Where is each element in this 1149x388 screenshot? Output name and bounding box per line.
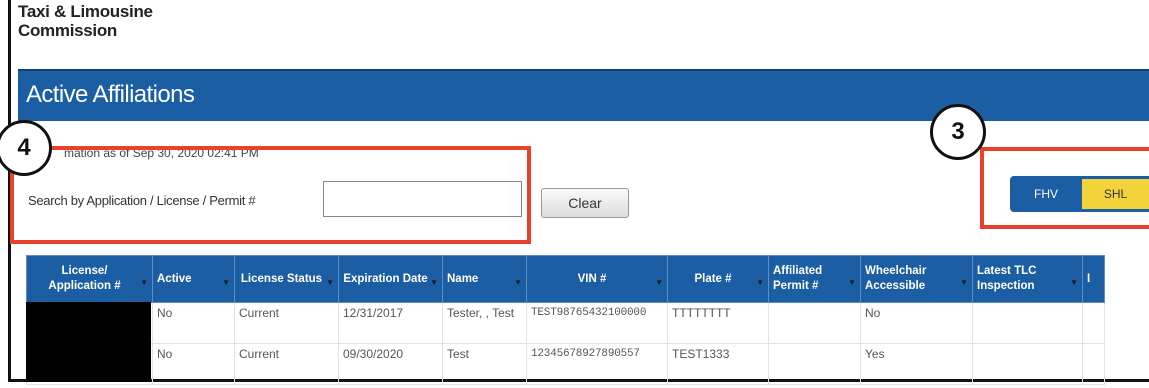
col-header-wheelchair[interactable]: Wheelchair Accessible ▼ [860, 255, 973, 303]
cell-inspection [972, 343, 1083, 385]
sort-arrow-icon: ▼ [1070, 278, 1078, 287]
org-name: Taxi & Limousine Commission [18, 2, 153, 40]
cell-license-status: Current [234, 302, 339, 344]
col-header-license-status[interactable]: License Status ▼ [234, 255, 339, 303]
col-header-vin[interactable]: VIN # ▼ [526, 255, 668, 303]
redaction-block [26, 302, 151, 382]
cell-more [1081, 343, 1106, 385]
cell-name: Tester, , Test [442, 302, 527, 344]
highlight-box-search [10, 146, 531, 244]
cell-active: No [152, 302, 235, 344]
col-header-active[interactable]: Active ▼ [152, 255, 235, 303]
cell-name: Test [442, 343, 527, 385]
sort-arrow-icon: ▼ [848, 278, 856, 287]
cell-wheelchair: Yes [860, 343, 973, 385]
cell-vin: 12345678927890557 [526, 343, 668, 385]
callout-badge-3: 3 [930, 104, 986, 160]
cell-affiliated-permit [768, 343, 861, 385]
cell-expiration: 12/31/2017 [338, 302, 443, 344]
col-header-plate[interactable]: Plate # ▼ [667, 255, 769, 303]
affiliations-table: License/ Application # ▼ Active ▼ License … [26, 255, 1106, 385]
cell-active: No [152, 343, 235, 385]
cell-plate: TTTTTTTT [667, 302, 769, 344]
org-name-line1: Taxi & Limousine [18, 2, 153, 21]
clear-button[interactable]: Clear [541, 188, 629, 218]
sort-arrow-icon: ▼ [222, 278, 230, 287]
table-header-row: License/ Application # ▼ Active ▼ License … [26, 255, 1106, 303]
cell-plate: TEST1333 [667, 343, 769, 385]
sort-arrow-icon: ▼ [140, 278, 148, 287]
cell-affiliated-permit [768, 302, 861, 344]
sort-arrow-icon: ▼ [514, 278, 522, 287]
cell-wheelchair: No [860, 302, 973, 344]
col-header-license[interactable]: License/ Application # ▼ [26, 255, 153, 303]
page-title: Active Affiliations [26, 81, 195, 108]
sort-arrow-icon: ▼ [655, 278, 663, 287]
sort-arrow-icon: ▼ [960, 278, 968, 287]
cell-more [1081, 302, 1106, 344]
sort-arrow-icon: ▼ [430, 278, 438, 287]
col-header-inspection[interactable]: Latest TLC Inspection ▼ [972, 255, 1083, 303]
sort-arrow-icon: ▼ [326, 278, 334, 287]
highlight-box-toggle [980, 147, 1149, 229]
col-header-name[interactable]: Name ▼ [442, 255, 527, 303]
table-row[interactable]: No Current 12/31/2017 Tester, , Test TES… [26, 302, 1106, 344]
cell-expiration: 09/30/2020 [338, 343, 443, 385]
table-row[interactable]: No Current 09/30/2020 Test 1234567892789… [26, 343, 1106, 385]
sort-arrow-icon: ▼ [756, 278, 764, 287]
cell-license-status: Current [234, 343, 339, 385]
org-name-line2: Commission [18, 21, 118, 40]
cell-inspection [972, 302, 1083, 344]
cell-vin: TEST98765432100000 [526, 302, 668, 344]
col-header-expiration[interactable]: Expiration Date ▼ [338, 255, 443, 303]
col-header-affiliated-permit[interactable]: Affiliated Permit # ▼ [768, 255, 861, 303]
col-header-more[interactable]: I [1081, 255, 1106, 303]
